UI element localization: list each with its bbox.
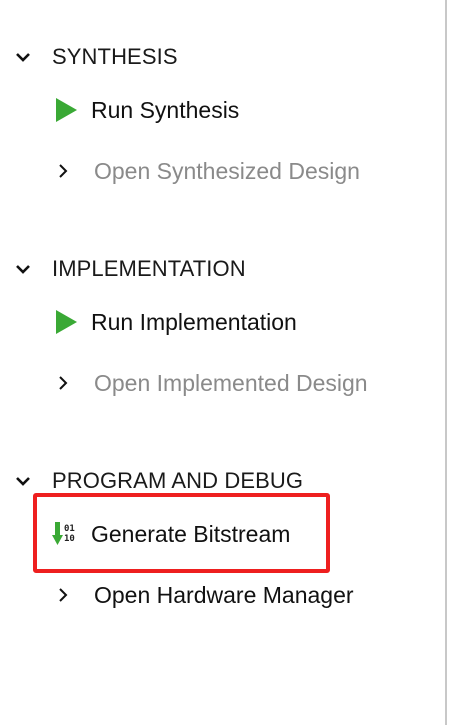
section-title: SYNTHESIS [52,44,178,69]
run-synthesis-item[interactable]: Run Synthesis [53,94,239,126]
chevron-right-icon [54,162,72,180]
chevron-right-icon [54,374,72,392]
item-label: Run Synthesis [91,96,240,123]
item-label: Run Implementation [91,308,297,335]
section-title: PROGRAM AND DEBUG [52,468,304,493]
item-label: Open Implemented Design [94,369,368,396]
item-label: Open Synthesized Design [94,157,360,184]
chevron-down-icon[interactable] [12,258,34,280]
section-program-and-debug[interactable]: PROGRAM AND DEBUG [12,466,303,496]
run-icon [53,309,79,335]
section-implementation[interactable]: IMPLEMENTATION [12,254,246,284]
chevron-down-icon[interactable] [12,470,34,492]
chevron-down-icon[interactable] [12,46,34,68]
section-title: IMPLEMENTATION [52,256,246,281]
item-label: Open Hardware Manager [94,581,354,608]
open-implemented-design-item[interactable]: Open Implemented Design [54,367,368,399]
highlight-annotation-box [33,493,330,573]
flow-navigator: SYNTHESIS Run Synthesis Open Synthesized… [0,0,445,725]
section-synthesis[interactable]: SYNTHESIS [12,42,178,72]
panel-border [445,0,447,725]
open-hardware-manager-item[interactable]: Open Hardware Manager [54,579,354,611]
run-icon [53,97,79,123]
run-implementation-item[interactable]: Run Implementation [53,306,297,338]
open-synthesized-design-item[interactable]: Open Synthesized Design [54,155,360,187]
chevron-right-icon [54,586,72,604]
